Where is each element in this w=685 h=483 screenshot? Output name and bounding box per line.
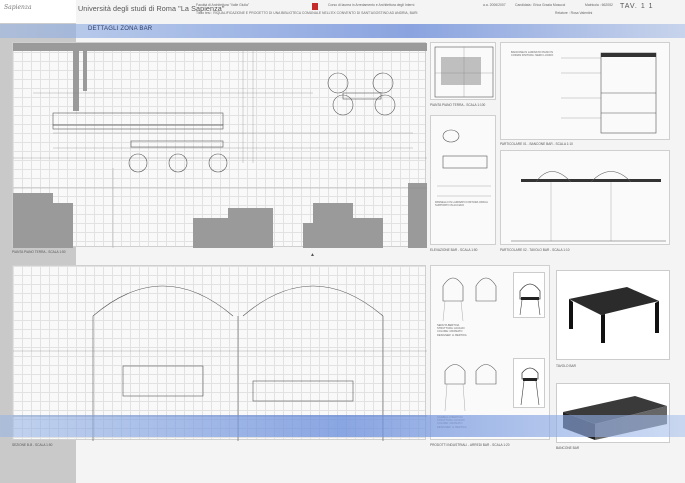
- university-seal-icon: [312, 3, 318, 10]
- elevation-caption: ELEVAZIONE BAR - SCALA 1:50: [430, 248, 478, 252]
- sapienza-logo: Sapienza: [4, 4, 32, 11]
- plan-caption: PIANTA PIANO TERRA - SCALA 1:50: [12, 250, 66, 254]
- chair-note: SEDUTA BERTOIA STRUTTURA: ACCIAIO COLORE…: [437, 324, 467, 337]
- relatore-label: Relatore : Rosa Valentini: [555, 11, 593, 15]
- table-render: [556, 270, 670, 360]
- bottom-band: [0, 415, 685, 437]
- furniture-caption: PRODOTTI INDUSTRIALI - ARREDI BAR - SCAL…: [430, 443, 510, 447]
- bar-elevation-detail: PANNELLO IN LAMINATO FINITURA OPACA SUPP…: [430, 115, 496, 245]
- plan-thumbnail: [430, 42, 496, 100]
- plan-drawing: [12, 42, 427, 248]
- course-label: Corso di laurea in Arredamento e Archite…: [328, 3, 415, 7]
- north-arrow-icon: ▲: [310, 252, 315, 258]
- table-number: TAV. 1 1: [620, 3, 654, 10]
- section-drawing: [12, 265, 427, 441]
- detail1-caption: PARTICOLARE 01 - BANCONE BAR - SCALA 1:1…: [500, 142, 573, 146]
- counter-detail: BANCONE IN LAMINATO PIANO IN CORIAN FINI…: [500, 42, 670, 140]
- plan-linework: [13, 43, 427, 248]
- academic-year: a.a. 2006/2007: [483, 3, 506, 7]
- furniture-panel: SEDUTA BERTOIA STRUTTURA: ACCIAIO COLORE…: [430, 265, 550, 440]
- plan-small-caption: PIANTA PIANO TERRA - SCALA 1:100: [430, 103, 486, 107]
- candidate-label: Candidata : Erica Grazia Mosucci: [515, 3, 566, 7]
- faculty-label: Facoltà di Architettura "Valle Giulia": [196, 3, 250, 7]
- stool-photo: [513, 358, 545, 408]
- thesis-title: Titolo tesi : RIQUALIFICAZIONE E PROGETT…: [196, 11, 418, 15]
- counter-note: BANCONE IN LAMINATO PIANO IN CORIAN FINI…: [511, 51, 554, 58]
- elevation-note: PANNELLO IN LAMINATO FINITURA OPACA SUPP…: [435, 201, 488, 208]
- drawing-sheet: Sapienza Università degli studi di Roma …: [0, 0, 685, 483]
- logo-area: Sapienza: [0, 0, 76, 24]
- chair-photo: [513, 272, 545, 318]
- section-caption: SEZIONE B-B - SCALA 1:50: [12, 443, 53, 447]
- detail2-caption: PARTICOLARE 02 - TAVOLO BAR - SCALA 1:10: [500, 248, 570, 252]
- section-title: DETTAGLI ZONA BAR: [88, 26, 153, 32]
- table-render-caption: TAVOLO BAR: [556, 364, 576, 368]
- matricola-label: Matricola : 662052: [585, 3, 613, 7]
- table-detail: [500, 150, 670, 245]
- counter-render-caption: BANCONE BAR: [556, 446, 580, 450]
